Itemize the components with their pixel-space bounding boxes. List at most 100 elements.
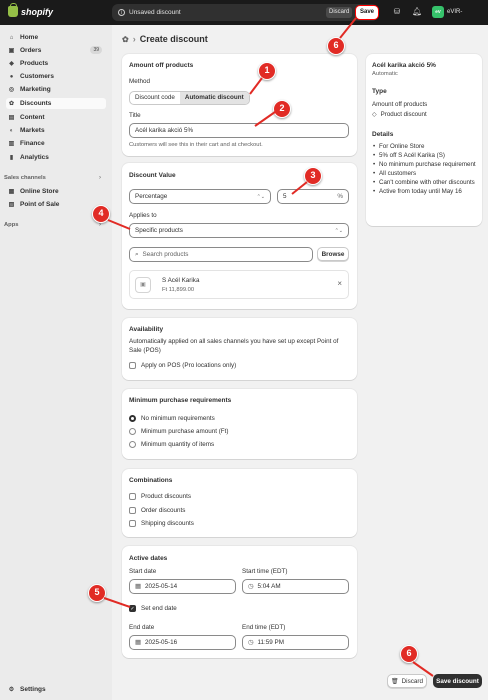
apply-on-pos-checkbox[interactable]: Apply on POS (Pro locations only)	[129, 362, 236, 369]
list-item: 5% off S Acél Karika (S)	[372, 152, 482, 161]
sidebar-item-home[interactable]: ⌂ Home	[6, 32, 106, 43]
summary-title: Acél karika akció 5%	[372, 62, 436, 69]
sidebar-item-label: Markets	[20, 127, 45, 134]
callout-marker: 6	[400, 645, 418, 663]
checkbox-box	[129, 362, 136, 369]
sidebar-item-marketing[interactable]: ◎ Marketing	[6, 84, 106, 95]
discard-button[interactable]: 🗑︎ Discard	[387, 674, 427, 688]
list-item: Active from today until May 16	[372, 188, 482, 197]
method-segmented-control: Discount code Automatic discount	[129, 91, 250, 105]
browse-button[interactable]: Browse	[317, 247, 349, 261]
summary-kind: Automatic	[372, 71, 398, 77]
sidebar-item-analytics[interactable]: ▮ Analytics	[6, 152, 106, 163]
store-icon: ▦	[8, 189, 15, 195]
title-field-value: Acél karika akció 5%	[135, 127, 194, 134]
sidebar-item-discounts[interactable]: ✿ Discounts	[6, 98, 106, 109]
sidebar-item-markets[interactable]: ◐ Markets	[6, 125, 106, 136]
callout-marker: 5	[88, 584, 106, 602]
set-end-date-checkbox[interactable]: ✓ Set end date	[129, 605, 177, 612]
remove-product-close-icon[interactable]: ×	[337, 279, 342, 288]
discount-amount-value: 5	[283, 193, 287, 200]
save-button-top[interactable]: Save	[356, 6, 379, 19]
card-title: Discount Value	[129, 172, 176, 179]
applies-to-select[interactable]: Specific products ⌃⌄	[129, 223, 349, 238]
active-dates-card: Active dates Start date ▦ 2025-05-14 Sta…	[122, 546, 357, 658]
sales-channels-heading[interactable]: Sales channels	[4, 175, 46, 181]
start-time-field[interactable]: ◷ 5:04 AM	[242, 579, 349, 594]
sidebar-item-online-store[interactable]: ▦ Online Store	[6, 186, 106, 197]
method-option-automatic-discount[interactable]: Automatic discount	[179, 92, 249, 104]
sidebar-item-label: Home	[20, 34, 39, 41]
sidebar-item-products[interactable]: ◆ Products	[6, 58, 106, 69]
method-option-discount-code[interactable]: Discount code	[130, 92, 180, 104]
end-date-label: End date	[129, 624, 155, 631]
method-label: Method	[129, 78, 151, 85]
tag-icon: ◆	[9, 61, 14, 67]
chevron-right-icon[interactable]: ›	[99, 175, 101, 181]
summary-details-list: For Online Store 5% off S Acél Karika (S…	[372, 143, 482, 196]
globe-icon: ◐	[9, 127, 14, 134]
target-icon: ◎	[8, 87, 15, 93]
shopify-logo[interactable]: shopify	[8, 3, 53, 17]
breadcrumb-separator: ›	[132, 34, 136, 44]
product-image-icon: ▣	[135, 277, 151, 293]
search-products-input[interactable]: ⌕ Search products	[129, 247, 313, 262]
card-title: Amount off products	[129, 62, 194, 69]
avatar[interactable]: eV	[432, 6, 444, 18]
trash-icon: 🗑︎	[391, 678, 399, 685]
list-item: No minimum purchase requirement	[372, 161, 482, 170]
callout-marker: 1	[258, 62, 276, 80]
start-time-value: 5:04 AM	[257, 583, 281, 590]
discount-type-select[interactable]: Percentage ⌃⌄	[129, 189, 271, 204]
summary-type-heading: Type	[372, 88, 387, 95]
bank-icon: ▥	[8, 141, 15, 147]
unsaved-label: Unsaved discount	[129, 9, 181, 16]
start-date-field[interactable]: ▦ 2025-05-14	[129, 579, 236, 594]
sidebar-item-label: Finance	[20, 140, 45, 147]
clock-icon: ◷	[248, 639, 254, 646]
card-title: Minimum purchase requirements	[129, 397, 232, 404]
sidebar-item-point-of-sale[interactable]: ▧ Point of Sale	[6, 199, 106, 210]
checkbox-label: Order discounts	[141, 507, 186, 514]
sidebar-item-orders[interactable]: ▣ Orders 39	[6, 45, 106, 56]
end-date-field[interactable]: ▦ 2025-05-16	[129, 635, 236, 650]
radio-dot	[129, 441, 136, 448]
radio-minimum-amount[interactable]: Minimum purchase amount (Ft)	[129, 428, 228, 435]
combine-shipping-discounts-checkbox[interactable]: Shipping discounts	[129, 520, 194, 527]
combine-product-discounts-checkbox[interactable]: Product discounts	[129, 493, 191, 500]
sidebar-item-settings[interactable]: ⚙ Settings	[6, 684, 106, 695]
combine-order-discounts-checkbox[interactable]: Order discounts	[129, 507, 185, 514]
clock-icon: ◷	[248, 583, 254, 590]
list-item: Can't combine with other discounts	[372, 179, 482, 188]
apps-heading[interactable]: Apps	[4, 222, 19, 228]
discard-button-label: Discard	[401, 677, 423, 685]
discard-button-top[interactable]: Discard	[326, 7, 353, 18]
percent-suffix: %	[337, 193, 343, 200]
sidebar-item-label: Analytics	[20, 154, 49, 161]
bell-icon[interactable]: 🔔︎	[412, 7, 422, 17]
end-time-field[interactable]: ◷ 11:59 PM	[242, 635, 349, 650]
title-field[interactable]: Acél karika akció 5%	[129, 123, 349, 138]
checkbox-label: Shipping discounts	[141, 520, 194, 527]
discount-amount-field[interactable]: 5 %	[277, 189, 349, 204]
discount-icon: ✿	[8, 101, 15, 107]
orders-icon: ▣	[8, 48, 15, 54]
save-discount-button[interactable]: Save discount	[433, 674, 482, 688]
calendar-icon: ▦	[135, 583, 141, 590]
callout-marker: 4	[92, 205, 110, 223]
chart-icon: ▮	[9, 155, 14, 161]
sidebar-item-content[interactable]: ▤ Content	[6, 112, 106, 123]
sidebar-item-label: Customers	[20, 73, 54, 80]
sidebar-item-finance[interactable]: ▥ Finance	[6, 138, 106, 149]
radio-no-minimum[interactable]: No minimum requirements	[129, 415, 215, 422]
discount-icon[interactable]: ✿	[122, 35, 129, 44]
applies-to-value: Specific products	[135, 227, 183, 234]
end-date-value: 2025-05-16	[144, 639, 178, 646]
store-name[interactable]: eVIR-	[447, 9, 462, 15]
inbox-icon[interactable]: ⛁	[392, 7, 402, 17]
radio-minimum-quantity[interactable]: Minimum quantity of items	[129, 441, 214, 448]
checkbox-label: Set end date	[141, 605, 177, 612]
content-icon: ▤	[8, 115, 15, 121]
summary-type-sub: ◇ Product discount	[372, 111, 427, 118]
sidebar-item-customers[interactable]: ● Customers	[6, 71, 106, 82]
